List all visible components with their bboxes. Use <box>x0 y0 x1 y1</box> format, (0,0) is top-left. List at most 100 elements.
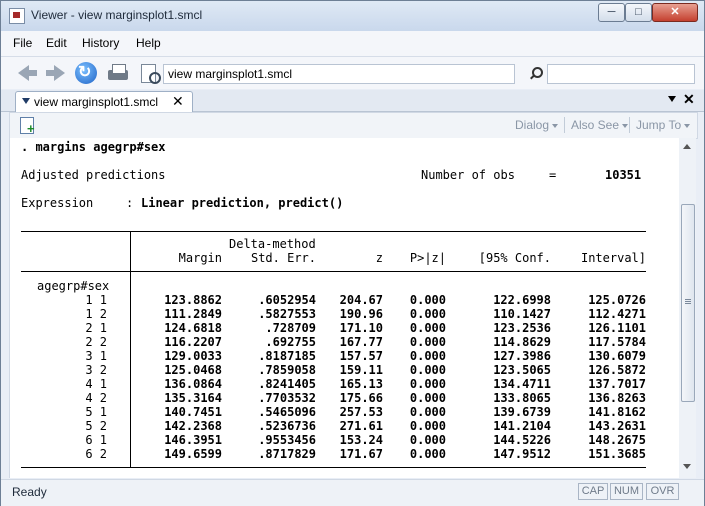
dialog-label: Dialog <box>515 118 550 132</box>
row-label: 5 2 <box>85 419 107 433</box>
menu-file[interactable]: File <box>13 36 32 50</box>
row-label: 1 2 <box>85 307 107 321</box>
table-cell: 0.000 <box>409 419 446 433</box>
table-cell: 122.6998 <box>493 293 551 307</box>
scroll-down-arrow-icon[interactable] <box>683 464 691 469</box>
table-cell: .8717829 <box>258 447 316 461</box>
table-cell: 167.77 <box>339 335 383 349</box>
print-icon[interactable] <box>106 62 130 84</box>
separator <box>564 117 565 133</box>
table-cell: 171.10 <box>339 321 383 335</box>
table-cell: 125.0726 <box>588 293 646 307</box>
table-divider <box>130 231 131 467</box>
table-cell: .7859058 <box>258 363 316 377</box>
tab-menu-icon[interactable] <box>22 98 30 104</box>
table-header-rule <box>21 271 646 272</box>
close-tab-icon[interactable]: ✕ <box>683 91 695 108</box>
dialog-button[interactable]: Dialog <box>515 118 559 132</box>
table-cell: .9553456 <box>258 433 316 447</box>
table-cell: 159.11 <box>339 363 383 377</box>
separator <box>629 117 630 133</box>
table-cell: 0.000 <box>409 321 446 335</box>
table-cell: 141.8162 <box>588 405 646 419</box>
table-cell: 175.66 <box>339 391 383 405</box>
table-cell: 204.67 <box>339 293 383 307</box>
table-cell: 0.000 <box>409 377 446 391</box>
back-arrow-icon[interactable] <box>15 62 39 84</box>
minimize-button[interactable]: ─ <box>598 3 625 22</box>
find-icon[interactable] <box>137 62 161 84</box>
column-header: P>|z| <box>409 251 446 265</box>
window-title: Viewer - view marginsplot1.smcl <box>31 8 203 22</box>
tab-close-icon[interactable]: ✕ <box>172 93 184 110</box>
close-button[interactable]: ✕ <box>652 3 698 22</box>
table-cell: 0.000 <box>409 391 446 405</box>
table-cell: 144.5226 <box>493 433 551 447</box>
search-icon[interactable] <box>529 67 543 81</box>
scrollbar-thumb[interactable] <box>681 204 695 402</box>
app-icon[interactable] <box>9 8 25 24</box>
table-cell: 134.4711 <box>493 377 551 391</box>
table-cell: 114.8629 <box>493 335 551 349</box>
table-cell: 0.000 <box>409 307 446 321</box>
table-cell: 142.2368 <box>164 419 222 433</box>
viewer-toolbar: Dialog Also See Jump To <box>9 112 698 139</box>
scroll-up-arrow-icon[interactable] <box>683 144 691 149</box>
row-label: 4 1 <box>85 377 107 391</box>
table-cell: 112.4271 <box>588 307 646 321</box>
forward-arrow-icon[interactable] <box>44 62 68 84</box>
results-heading: Adjusted predictions <box>21 168 166 182</box>
address-input[interactable]: view marginsplot1.smcl <box>163 64 515 84</box>
table-cell: 116.2207 <box>164 335 222 349</box>
table-bottom-rule <box>21 467 646 468</box>
table-cell: .6052954 <box>258 293 316 307</box>
maximize-button[interactable]: □ <box>625 3 652 22</box>
search-input[interactable] <box>547 64 695 84</box>
table-cell: 271.61 <box>339 419 383 433</box>
tabs-dropdown-icon[interactable] <box>668 96 676 102</box>
refresh-icon[interactable] <box>75 62 97 84</box>
menu-edit[interactable]: Edit <box>46 36 67 50</box>
tab-strip: view marginsplot1.smcl ✕ ✕ <box>1 90 704 112</box>
also-see-button[interactable]: Also See <box>571 118 629 132</box>
tab-label: view marginsplot1.smcl <box>34 95 159 109</box>
table-cell: 137.7017 <box>588 377 646 391</box>
table-cell: 0.000 <box>409 335 446 349</box>
row-label: 2 2 <box>85 335 107 349</box>
title-bar: Viewer - view marginsplot1.smcl ─ □ ✕ <box>1 1 704 31</box>
table-cell: .8241405 <box>258 377 316 391</box>
toolbar: view marginsplot1.smcl <box>1 57 704 89</box>
jump-to-button[interactable]: Jump To <box>636 118 691 132</box>
cap-indicator: CAP <box>578 483 608 500</box>
column-header: [95% Conf. <box>478 251 551 265</box>
table-cell: 110.1427 <box>493 307 551 321</box>
table-cell: 148.2675 <box>588 433 646 447</box>
table-cell: 139.6739 <box>493 405 551 419</box>
table-cell: 136.0864 <box>164 377 222 391</box>
row-label: 1 1 <box>85 293 107 307</box>
menu-history[interactable]: History <box>82 36 119 50</box>
delta-method-header: Delta-method <box>229 237 316 251</box>
expression-value: Linear prediction, predict() <box>141 196 344 210</box>
table-cell: 141.2104 <box>493 419 551 433</box>
table-cell: 146.3951 <box>164 433 222 447</box>
new-viewer-icon[interactable] <box>20 117 35 136</box>
expression-label: Expression <box>21 196 94 210</box>
table-cell: 123.2536 <box>493 321 551 335</box>
viewer-window: Viewer - view marginsplot1.smcl ─ □ ✕ Fi… <box>0 0 705 506</box>
table-cell: 135.3164 <box>164 391 222 405</box>
nobs-value: 10351 <box>605 168 642 182</box>
table-cell: 149.6599 <box>164 447 222 461</box>
smcl-output[interactable]: . margins agegrp#sex Adjusted prediction… <box>9 138 680 478</box>
chevron-down-icon <box>552 123 559 128</box>
table-cell: .5827553 <box>258 307 316 321</box>
menu-help[interactable]: Help <box>136 36 161 50</box>
jump-to-label: Jump To <box>636 118 682 132</box>
table-cell: .728709 <box>265 321 316 335</box>
vertical-scrollbar[interactable] <box>679 138 696 478</box>
row-label: 5 1 <box>85 405 107 419</box>
tab-marginsplot1[interactable]: view marginsplot1.smcl ✕ <box>15 91 193 112</box>
table-cell: 143.2631 <box>588 419 646 433</box>
table-cell: 126.5872 <box>588 363 646 377</box>
table-cell: 0.000 <box>409 349 446 363</box>
